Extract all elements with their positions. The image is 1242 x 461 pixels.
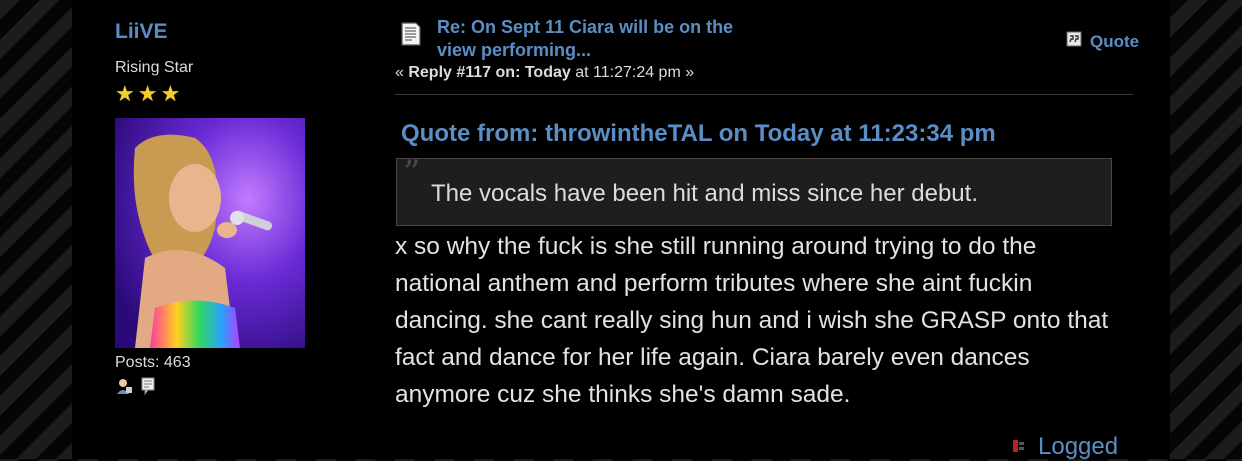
post-count: Posts: 463 bbox=[115, 354, 191, 371]
logged-label: Logged bbox=[1038, 433, 1119, 460]
star-icon: ★ bbox=[160, 81, 181, 106]
quote-button-label: Quote bbox=[1090, 31, 1140, 51]
post-subject-link[interactable]: Re: On Sept 11 Ciara will be on the view… bbox=[437, 16, 777, 62]
message-icon[interactable] bbox=[139, 377, 157, 400]
avatar bbox=[115, 118, 305, 348]
poster-icons bbox=[115, 377, 157, 400]
quote-mark-icon: ” bbox=[403, 153, 421, 193]
reply-info: « Reply #117 on: Today at 11:27:24 pm » bbox=[395, 64, 695, 81]
star-icon: ★ bbox=[115, 81, 135, 106]
post-body: x so why the fuck is she still running a… bbox=[395, 233, 1109, 408]
star-icon: ★ bbox=[137, 81, 158, 106]
quote-text: The vocals have been hit and miss since … bbox=[431, 180, 978, 207]
rank-stars: ★ ★ ★ bbox=[115, 83, 180, 105]
quote-block: ” The vocals have been hit and miss sinc… bbox=[396, 153, 1112, 226]
logged-link[interactable]: Logged bbox=[1012, 433, 1118, 461]
username-link[interactable]: LiiVE bbox=[115, 20, 168, 44]
member-rank: Rising Star bbox=[115, 59, 194, 76]
quote-header-link[interactable]: Quote from: throwintheTAL on Today at 11… bbox=[401, 120, 996, 148]
profile-icon[interactable] bbox=[115, 377, 133, 400]
quote-icon bbox=[1066, 31, 1082, 52]
quote-button[interactable]: Quote bbox=[1066, 31, 1139, 52]
xx-topic-icon bbox=[400, 22, 422, 51]
header-divider bbox=[395, 94, 1133, 95]
ip-icon bbox=[1012, 433, 1026, 461]
